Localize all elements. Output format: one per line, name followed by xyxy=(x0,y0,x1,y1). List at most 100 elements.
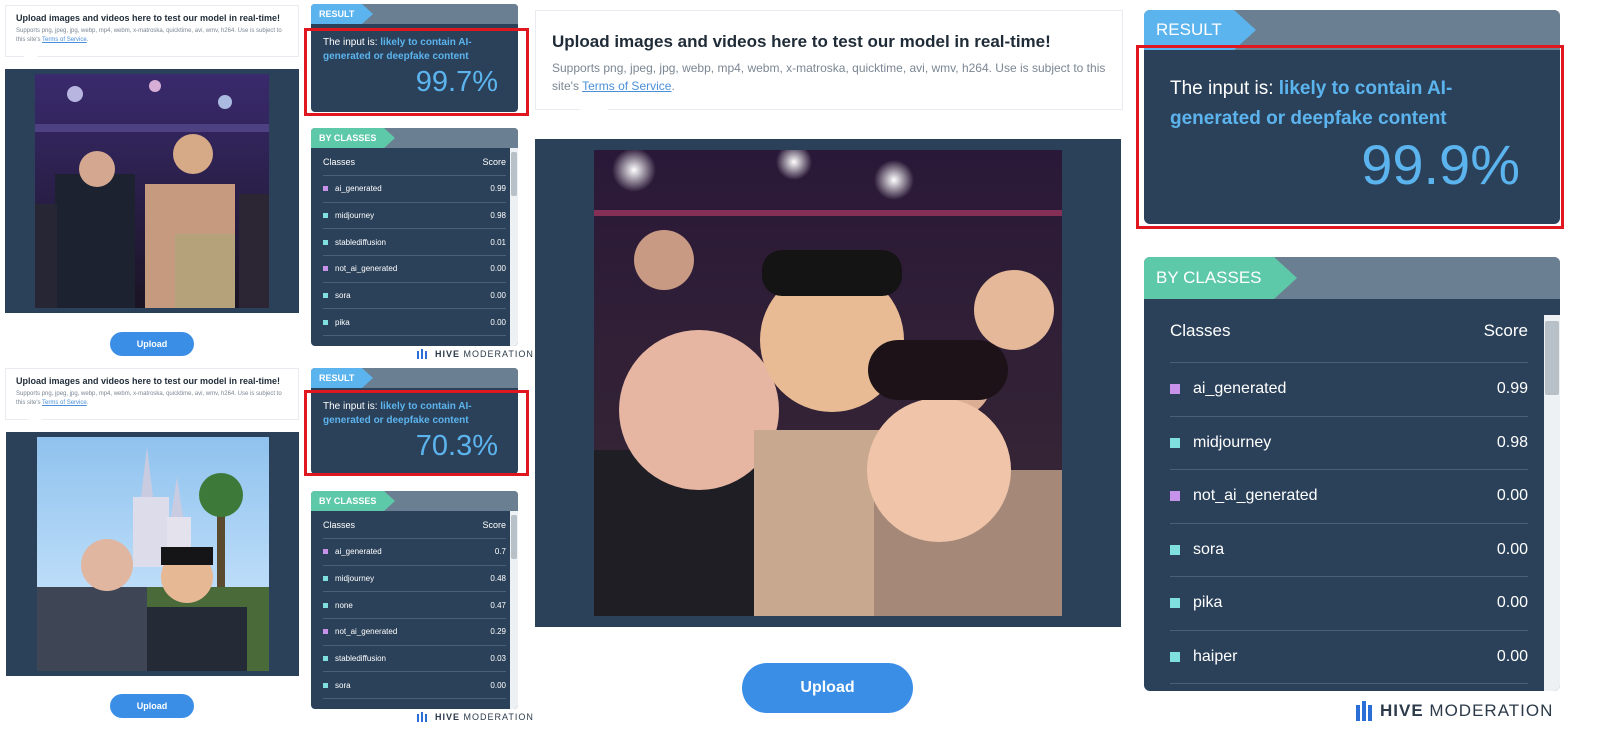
class-name: midjourney xyxy=(323,574,374,583)
class-row: ai_generated 0.99 xyxy=(1170,363,1528,417)
terms-of-service-link[interactable]: Terms of Service xyxy=(42,37,87,43)
classes-panel-2: BY CLASSES Classes Score ai_generated 0.7 m… xyxy=(311,491,518,709)
class-color-swatch xyxy=(323,319,328,325)
class-score: 0.01 xyxy=(490,237,506,247)
hive-brand-logo-2: HIVE MODERATION xyxy=(417,712,534,722)
class-color-swatch xyxy=(323,186,328,192)
hive-brand-logo-1: HIVE MODERATION xyxy=(417,349,534,359)
hive-icon xyxy=(1356,701,1374,721)
result-header: RESULT xyxy=(311,4,518,24)
class-name: midjourney xyxy=(1170,434,1271,452)
result-tag: RESULT xyxy=(311,368,374,388)
upload-button[interactable]: Upload xyxy=(110,332,194,356)
upload-title: Upload images and videos here to test ou… xyxy=(16,376,281,386)
upload-button[interactable]: Upload xyxy=(742,663,913,713)
class-row: stablediffusion 0.01 xyxy=(323,229,506,257)
upload-description: Supports png, jpeg, jpg, webp, mp4, webm… xyxy=(16,391,282,406)
class-row: pika 0.00 xyxy=(323,309,506,337)
class-color-swatch xyxy=(1170,544,1180,555)
class-name: ai_generated xyxy=(323,547,382,556)
class-name: ai_generated xyxy=(1170,380,1286,398)
upload-info-card-3: Upload images and videos here to test ou… xyxy=(535,10,1123,110)
class-score: 0.00 xyxy=(1496,487,1528,505)
class-color-swatch xyxy=(323,293,328,299)
terms-of-service-link[interactable]: Terms of Service xyxy=(582,79,671,93)
class-row: none 0.47 xyxy=(323,592,506,620)
class-name: stablediffusion xyxy=(323,238,386,247)
class-row: midjourney 0.48 xyxy=(323,566,506,593)
class-name: pika xyxy=(1170,594,1222,612)
scroll-thumb[interactable] xyxy=(511,152,517,196)
class-score: 0.00 xyxy=(490,317,506,327)
card-pointer xyxy=(28,419,42,426)
terms-of-service-link[interactable]: Terms of Service xyxy=(42,400,87,406)
class-row: stablediffusion 0.03 xyxy=(323,646,506,673)
class-score: 0.47 xyxy=(490,600,506,610)
class-score: 0.00 xyxy=(1496,647,1528,665)
nightclub-selfie-image xyxy=(594,150,1062,616)
result-tag: RESULT xyxy=(1144,10,1256,50)
class-name: sora xyxy=(323,291,351,300)
classes-table-header: Classes Score xyxy=(323,511,506,539)
media-frame-1 xyxy=(5,69,299,313)
classes-header: BY CLASSES xyxy=(1144,257,1560,299)
upload-title: Upload images and videos here to test ou… xyxy=(16,13,281,23)
result-tag: RESULT xyxy=(311,4,374,24)
class-score: 0.00 xyxy=(490,264,506,274)
class-row: midjourney 0.98 xyxy=(1170,417,1528,470)
class-row: haiper 0.00 xyxy=(1170,631,1528,684)
class-row: sora 0.00 xyxy=(1170,524,1528,577)
class-score: 0.99 xyxy=(1496,380,1528,398)
class-name: sora xyxy=(1170,541,1224,559)
class-color-swatch xyxy=(1170,651,1180,662)
classes-scrollbar[interactable] xyxy=(510,148,518,346)
class-color-swatch xyxy=(323,213,328,219)
preview-image xyxy=(594,150,1062,616)
class-color-swatch xyxy=(1170,437,1180,448)
card-pointer xyxy=(24,56,38,63)
highlight-box xyxy=(304,28,529,116)
classes-scrollbar[interactable] xyxy=(510,511,518,709)
class-name: none xyxy=(323,601,353,610)
upload-info-card-2: Upload images and videos here to test ou… xyxy=(5,368,299,420)
class-color-swatch xyxy=(323,682,328,688)
class-score: 0.98 xyxy=(1496,433,1528,451)
class-color-swatch xyxy=(323,576,328,582)
class-score: 0.00 xyxy=(490,680,506,690)
classes-scrollbar[interactable] xyxy=(1544,315,1560,691)
media-frame-2 xyxy=(6,432,299,676)
class-name: haiper xyxy=(1170,648,1237,666)
class-score: 0.29 xyxy=(490,627,506,637)
preview-image xyxy=(36,437,269,671)
class-name: pika xyxy=(323,318,350,327)
class-color-swatch xyxy=(1170,491,1180,502)
scroll-thumb[interactable] xyxy=(1545,321,1559,395)
upload-info-card-1: Upload images and videos here to test ou… xyxy=(5,5,299,57)
upload-title: Upload images and videos here to test ou… xyxy=(552,32,1051,51)
class-row: sora 0.00 xyxy=(323,672,506,700)
hive-icon xyxy=(417,712,429,722)
class-row: midjourney 0.98 xyxy=(323,203,506,230)
party-scene-image xyxy=(35,74,269,308)
upload-description: Supports png, jpeg, jpg, webp, mp4, webm… xyxy=(16,28,282,43)
scroll-thumb[interactable] xyxy=(511,515,517,559)
classes-header: BY CLASSES xyxy=(311,128,518,148)
highlight-box xyxy=(304,390,529,476)
result-header: RESULT xyxy=(1144,10,1560,50)
classes-header: BY CLASSES xyxy=(311,491,518,511)
class-name: midjourney xyxy=(323,211,374,220)
class-score: 0.00 xyxy=(490,291,506,301)
class-color-swatch xyxy=(323,656,328,662)
upload-button[interactable]: Upload xyxy=(110,694,194,718)
class-row: ai_generated 0.7 xyxy=(323,539,506,566)
hive-brand-logo-3: HIVE MODERATION xyxy=(1356,701,1553,721)
class-score: 0.03 xyxy=(490,654,506,664)
class-color-swatch xyxy=(1170,384,1180,395)
media-frame-3 xyxy=(535,139,1121,627)
class-row: sora 0.00 xyxy=(323,283,506,310)
card-pointer xyxy=(580,109,608,123)
preview-image xyxy=(35,74,269,308)
class-score: 0.98 xyxy=(490,211,506,221)
highlight-box xyxy=(1136,45,1564,229)
class-row: not_ai_generated 0.00 xyxy=(323,256,506,283)
